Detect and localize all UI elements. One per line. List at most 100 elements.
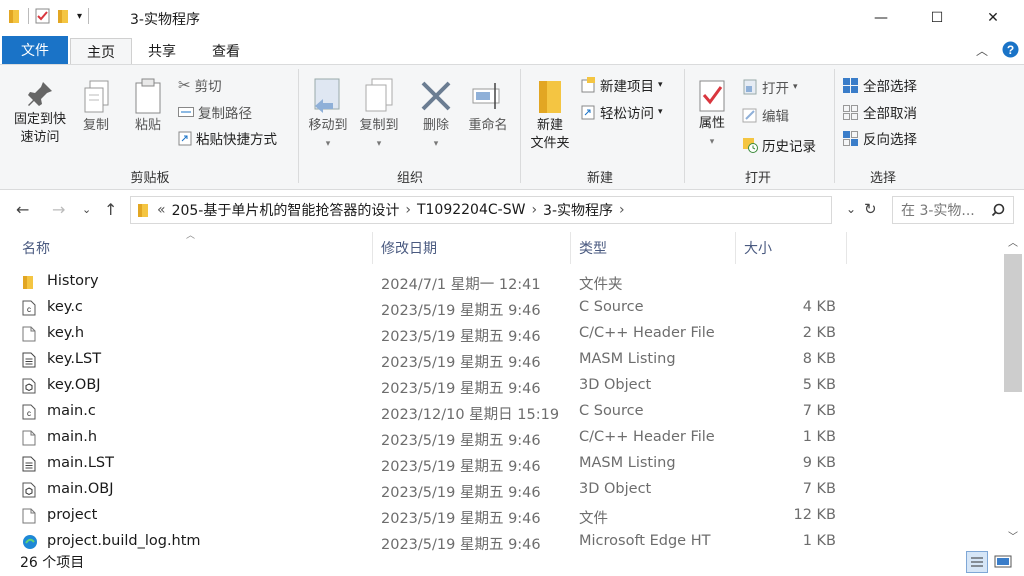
- properties-label: 属性: [698, 116, 725, 131]
- file-row[interactable]: key.LST 2023/5/19 星期五 9:46 MASM Listing 8 K…: [0, 348, 1000, 374]
- sort-ascending-icon: ︿: [186, 231, 196, 241]
- file-type: C/C++ Header File: [579, 429, 715, 445]
- file-row[interactable]: key.OBJ 2023/5/19 星期五 9:46 3D Object 5 KB: [0, 374, 1000, 400]
- file-date: 2023/5/19 星期五 9:46: [381, 329, 541, 345]
- new-folder-icon[interactable]: [57, 8, 71, 24]
- file-size: 9 KB: [802, 455, 836, 471]
- edit-button[interactable]: 编辑: [742, 105, 789, 125]
- paste-button[interactable]: 粘贴: [126, 77, 170, 135]
- file-size: 12 KB: [793, 507, 836, 523]
- invert-selection-icon: [843, 130, 858, 146]
- file-row[interactable]: main.h 2023/5/19 星期五 9:46 C/C++ Header Fil…: [0, 426, 1000, 452]
- large-icons-view-icon[interactable]: [994, 553, 1012, 571]
- new-folder-label-line2: 文件夹: [530, 136, 570, 151]
- new-item-button[interactable]: 新建项目 ▾: [580, 75, 663, 95]
- chevron-right-icon[interactable]: ›: [405, 202, 411, 218]
- breadcrumb-overflow[interactable]: «: [157, 202, 166, 218]
- listing-icon: [22, 456, 36, 476]
- file-name: main.c: [47, 403, 96, 419]
- select-none-button[interactable]: 全部取消: [842, 102, 917, 122]
- back-arrow-icon[interactable]: ←: [16, 200, 29, 219]
- file-row[interactable]: main.OBJ 2023/5/19 星期五 9:46 3D Object 7 KB: [0, 478, 1000, 504]
- address-dropdown-icon[interactable]: ⌄: [846, 202, 856, 216]
- column-header-date[interactable]: 修改日期: [381, 238, 437, 258]
- ribbon: 固定到快 速访问 复制 粘贴 ✂ 剪切 复制路径 粘贴快捷方式 剪贴板 移动到 …: [0, 64, 1024, 190]
- move-to-label: 移动到: [308, 118, 348, 133]
- tab-home[interactable]: 主页: [70, 38, 132, 65]
- tab-view[interactable]: 查看: [198, 38, 254, 64]
- tab-share[interactable]: 共享: [134, 38, 190, 64]
- chevron-up-icon[interactable]: ︿: [976, 42, 988, 59]
- rename-button[interactable]: 重命名: [462, 77, 514, 135]
- history-button[interactable]: 历史记录: [742, 135, 816, 155]
- copy-to-button[interactable]: 复制到 ▾: [355, 77, 403, 153]
- copy-label: 复制: [82, 118, 109, 133]
- file-row[interactable]: History 2024/7/1 星期一 12:41 文件夹: [0, 270, 1000, 296]
- column-header-type[interactable]: 类型: [579, 238, 607, 258]
- file-row[interactable]: main.LST 2023/5/19 星期五 9:46 MASM Listing 9 …: [0, 452, 1000, 478]
- file-name: key.c: [47, 299, 83, 315]
- pin-quick-access-button[interactable]: 固定到快 速访问: [8, 79, 72, 147]
- scroll-down-icon[interactable]: ﹀: [1008, 528, 1018, 543]
- delete-button[interactable]: 删除 ▾: [416, 77, 456, 153]
- scroll-thumb[interactable]: [1004, 254, 1022, 392]
- file-date: 2024/7/1 星期一 12:41: [381, 277, 541, 293]
- breadcrumb-item[interactable]: T1092204C-SW: [417, 202, 525, 218]
- file-type: C Source: [579, 299, 644, 315]
- file-row[interactable]: c key.c 2023/5/19 星期五 9:46 C Source 4 KB: [0, 296, 1000, 322]
- title-bar: ▾ 3-实物程序 — ☐ ✕: [0, 0, 1024, 36]
- properties-button[interactable]: 属性 ▾: [690, 77, 734, 151]
- folder-icon: [9, 10, 19, 23]
- move-to-button[interactable]: 移动到 ▾: [304, 77, 352, 153]
- breadcrumb-item[interactable]: 205-基于单片机的智能抢答器的设计: [172, 200, 400, 220]
- search-input[interactable]: 在 3-实物...: [892, 196, 1014, 224]
- tab-file[interactable]: 文件: [2, 36, 68, 64]
- chevron-right-icon[interactable]: ›: [619, 202, 625, 218]
- file-type: C Source: [579, 403, 644, 419]
- scroll-up-icon[interactable]: ︿: [1008, 234, 1018, 249]
- paste-shortcut-button[interactable]: 粘贴快捷方式: [178, 128, 277, 148]
- paste-shortcut-icon: [178, 131, 192, 146]
- cut-button[interactable]: ✂ 剪切: [178, 75, 222, 95]
- new-folder-button[interactable]: 新建 文件夹: [524, 77, 576, 153]
- copy-button[interactable]: 复制: [76, 79, 116, 135]
- svg-text:c: c: [27, 409, 31, 418]
- customize-toolbar-icon[interactable]: ▾: [77, 11, 82, 22]
- c-source-icon: c: [22, 300, 36, 320]
- breadcrumb-item[interactable]: 3-实物程序: [543, 200, 613, 220]
- properties-icon[interactable]: [35, 8, 51, 24]
- refresh-icon[interactable]: ↻: [864, 200, 877, 218]
- recent-locations-icon[interactable]: ⌄: [82, 203, 91, 216]
- details-view-icon[interactable]: [966, 551, 988, 573]
- invert-selection-button[interactable]: 反向选择: [842, 128, 917, 148]
- open-button[interactable]: 打开 ▾: [742, 77, 798, 97]
- scissors-icon: ✂: [178, 76, 191, 94]
- file-row[interactable]: c main.c 2023/12/10 星期日 15:19 C Source 7 KB: [0, 400, 1000, 426]
- column-header-size[interactable]: 大小: [744, 238, 772, 258]
- select-none-label: 全部取消: [863, 106, 917, 122]
- copy-path-label: 复制路径: [198, 106, 252, 122]
- up-arrow-icon[interactable]: ↑: [104, 200, 117, 219]
- minimize-button[interactable]: —: [858, 0, 904, 36]
- file-date: 2023/5/19 星期五 9:46: [381, 433, 541, 449]
- move-to-icon: [314, 78, 340, 113]
- address-bar[interactable]: « 205-基于单片机的智能抢答器的设计 › T1092204C-SW › 3-…: [130, 196, 832, 224]
- group-clipboard-label: 剪贴板: [130, 171, 170, 186]
- pin-icon: [28, 82, 52, 106]
- open-icon: [743, 79, 757, 95]
- vertical-scrollbar[interactable]: ︿ ﹀: [1003, 232, 1024, 548]
- select-all-button[interactable]: 全部选择: [842, 75, 917, 95]
- new-item-label: 新建项目: [600, 79, 654, 95]
- help-icon[interactable]: ?: [1002, 41, 1019, 58]
- paste-icon: [135, 78, 161, 114]
- file-row[interactable]: project 2023/5/19 星期五 9:46 文件 12 KB: [0, 504, 1000, 530]
- file-row[interactable]: key.h 2023/5/19 星期五 9:46 C/C++ Header File…: [0, 322, 1000, 348]
- chevron-right-icon[interactable]: ›: [531, 202, 537, 218]
- copy-path-button[interactable]: 复制路径: [178, 102, 252, 122]
- file-size: 5 KB: [802, 377, 836, 393]
- forward-arrow-icon[interactable]: →: [52, 200, 65, 219]
- easy-access-button[interactable]: 轻松访问 ▾: [580, 102, 663, 122]
- column-header-name[interactable]: 名称: [22, 238, 50, 258]
- close-button[interactable]: ✕: [970, 0, 1016, 36]
- maximize-button[interactable]: ☐: [914, 0, 960, 36]
